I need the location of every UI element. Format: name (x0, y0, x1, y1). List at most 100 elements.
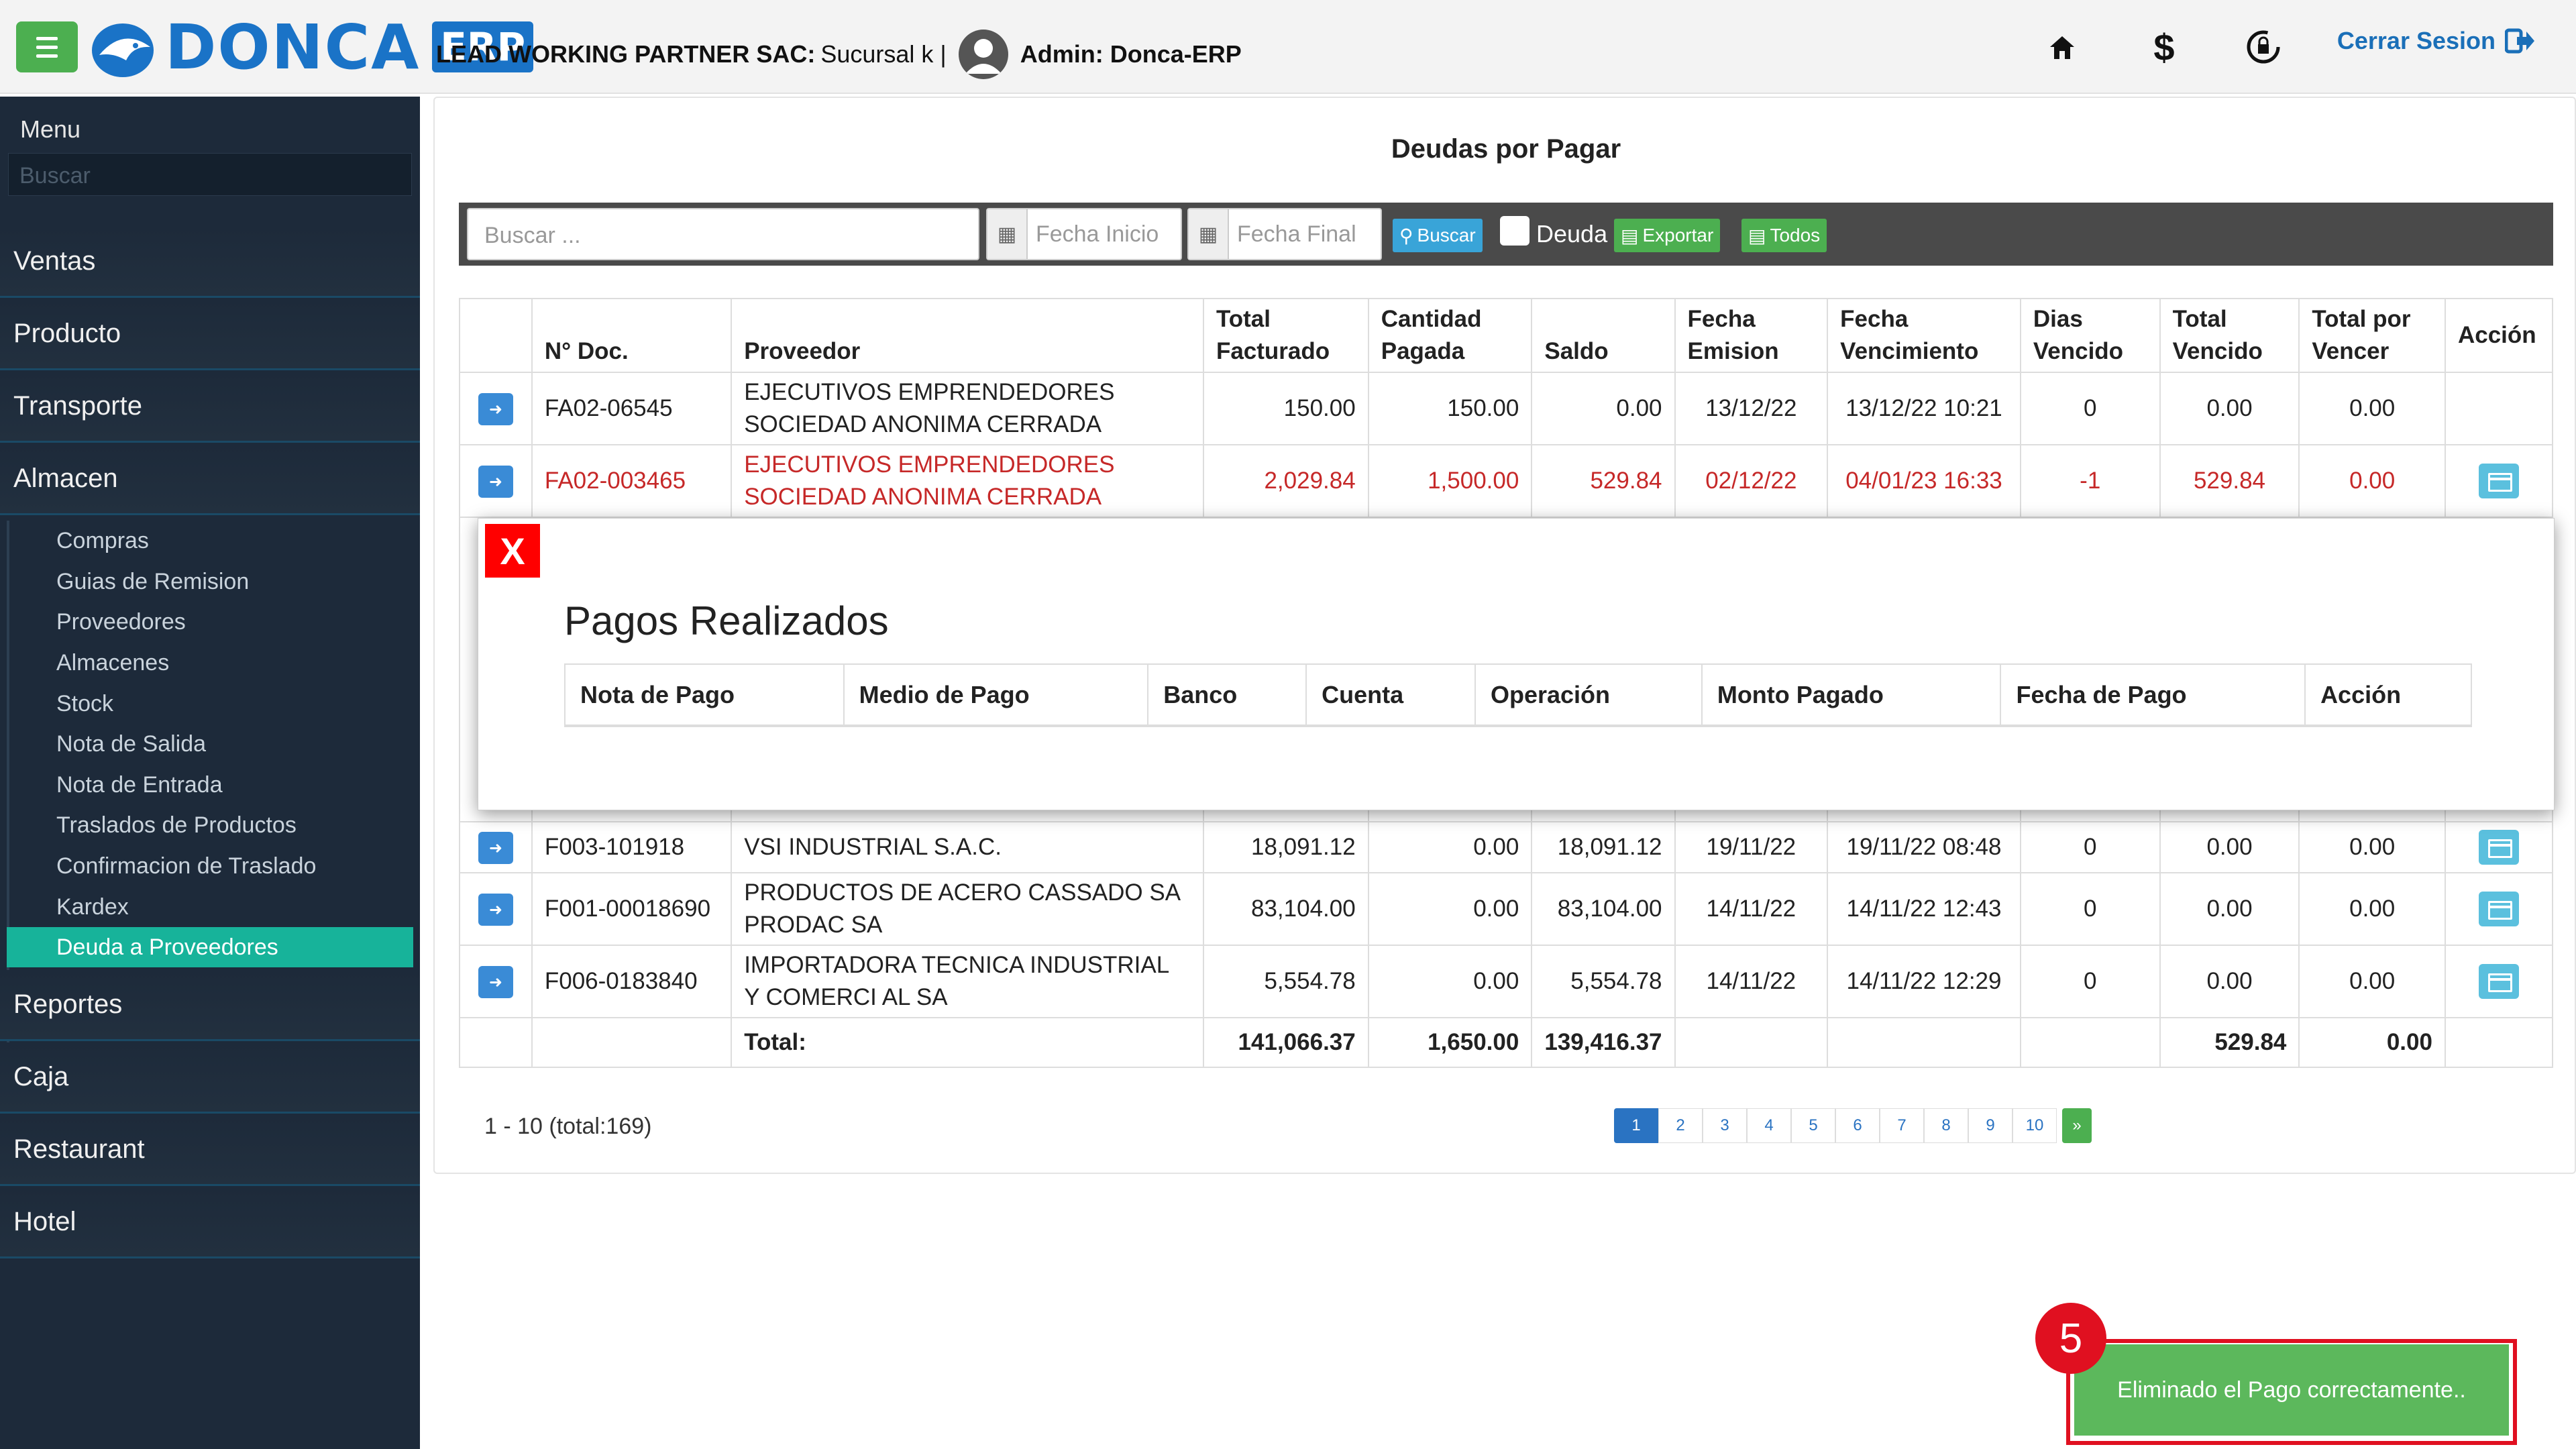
cell-balance: 18,091.12 (1531, 821, 1676, 873)
cell-due-date: 14/11/22 12:43 (1827, 872, 2021, 946)
all-button[interactable]: ▤ Todos (1741, 219, 1827, 252)
sidebar-subitem-compras[interactable]: Compras (7, 521, 413, 561)
cell-issue-date: 14/11/22 (1674, 872, 1829, 946)
sidebar-subitem-proveedores[interactable]: Proveedores (7, 602, 413, 642)
sidebar-subitem-nota-entrada[interactable]: Nota de Entrada (7, 765, 413, 805)
page-4-button[interactable]: 4 (1747, 1108, 1791, 1143)
header-operation: Operación (1474, 663, 1703, 727)
page-9-button[interactable]: 9 (1968, 1108, 2012, 1143)
sidebar-subitem-guias[interactable]: Guias de Remision (7, 561, 413, 602)
cell-days: -1 (2019, 444, 2161, 518)
logout-icon (2505, 28, 2534, 54)
payments-button[interactable] (2478, 892, 2519, 926)
avatar (958, 30, 1008, 79)
sidebar-item-ventas[interactable]: Ventas (0, 227, 420, 298)
end-date-field[interactable]: ▦ Fecha Final (1187, 208, 1382, 260)
filter-toolbar: Buscar ... ▦ Fecha Inicio ▦ Fecha Final … (459, 203, 2553, 266)
cell-pending: 0.00 (2298, 945, 2446, 1018)
debt-checkbox-label: Deuda (1536, 220, 1608, 248)
page-5-button[interactable]: 5 (1791, 1108, 1835, 1143)
expand-row-button[interactable] (478, 965, 513, 998)
sidebar-subitem-deuda-proveedores[interactable]: Deuda a Proveedores (7, 927, 413, 967)
cell-supplier: EJECUTIVOS EMPRENDEDORES SOCIEDAD ANONIMA… (731, 372, 1204, 445)
payments-button[interactable] (2478, 464, 2519, 498)
search-input[interactable]: Buscar ... (467, 208, 979, 260)
expand-row-button[interactable] (478, 893, 513, 926)
home-icon[interactable] (2035, 20, 2089, 74)
cell-doc: F003-101918 (531, 821, 733, 873)
start-date-placeholder: Fecha Inicio (1036, 221, 1159, 247)
refresh-lock-icon[interactable] (2237, 20, 2290, 74)
sidebar-item-almacen[interactable]: Almacen (0, 444, 420, 515)
sidebar-subitem-nota-salida[interactable]: Nota de Salida (7, 724, 413, 764)
page-6-button[interactable]: 6 (1835, 1108, 1880, 1143)
total-paid: 1,650.00 (1367, 1017, 1533, 1068)
cell-billed: 150.00 (1202, 372, 1369, 445)
calendar-icon: ▦ (987, 209, 1028, 259)
page-2-button[interactable]: 2 (1658, 1108, 1703, 1143)
export-button-label: Exportar (1642, 225, 1714, 246)
header-amount-paid: Monto Pagado (1701, 663, 2002, 727)
cell-paid: 0.00 (1367, 872, 1533, 946)
cell-days: 0 (2019, 821, 2161, 873)
sidebar-subitem-traslados[interactable]: Traslados de Productos (7, 805, 413, 845)
sidebar-item-hotel[interactable]: Hotel (0, 1187, 420, 1258)
payments-button[interactable] (2478, 964, 2519, 999)
sidebar-subitem-stock[interactable]: Stock (7, 684, 413, 724)
cell-overdue: 0.00 (2159, 945, 2300, 1018)
payments-button[interactable] (2478, 830, 2519, 865)
success-toast[interactable]: Eliminado el Pago correctamente.. (2074, 1344, 2509, 1436)
page-7-button[interactable]: 7 (1880, 1108, 1924, 1143)
header-payment-action: Acción (2304, 663, 2472, 727)
cell-supplier: PRODUCTOS DE ACERO CASSADO SA PRODAC SA (731, 872, 1204, 946)
sidebar-item-restaurant[interactable]: Restaurant (0, 1115, 420, 1186)
start-date-field[interactable]: ▦ Fecha Inicio (986, 208, 1182, 260)
page-8-button[interactable]: 8 (1924, 1108, 1968, 1143)
header-action: Acción (2444, 298, 2554, 373)
logout-label: Cerrar Sesion (2337, 27, 2496, 54)
page-3-button[interactable]: 3 (1703, 1108, 1747, 1143)
debt-checkbox[interactable] (1500, 216, 1529, 246)
sidebar-item-producto[interactable]: Producto (0, 299, 420, 370)
next-page-button[interactable]: » (2062, 1108, 2092, 1143)
sidebar-item-caja[interactable]: Caja (0, 1042, 420, 1114)
sidebar-search-input[interactable]: Buscar (8, 153, 412, 196)
search-button[interactable]: ⚲ Buscar (1393, 219, 1483, 252)
page-10-button[interactable]: 10 (2012, 1108, 2057, 1143)
admin-label: Admin: Donca-ERP (1020, 40, 1242, 68)
page-1-button[interactable]: 1 (1614, 1108, 1658, 1143)
sidebar-subitem-almacenes[interactable]: Almacenes (7, 643, 413, 683)
cell-supplier: VSI INDUSTRIAL S.A.C. (731, 821, 1204, 873)
table-row: F003-101918 VSI INDUSTRIAL S.A.C. 18,091… (459, 821, 2554, 873)
sidebar-subitem-kardex[interactable]: Kardex (7, 887, 413, 927)
sidebar-item-reportes[interactable]: Reportes (0, 970, 420, 1041)
close-modal-button[interactable]: X (485, 524, 540, 578)
header-total-billed: Total Facturado (1202, 298, 1369, 373)
cell-doc: FA02-06545 (531, 372, 733, 445)
expand-row-button[interactable] (478, 465, 513, 498)
header-bank: Banco (1147, 663, 1307, 727)
cell-overdue: 0.00 (2159, 872, 2300, 946)
dolphin-logo-icon (92, 23, 154, 77)
cell-days: 0 (2019, 945, 2161, 1018)
header-doc: N° Doc. (531, 298, 733, 373)
sidebar-subitem-confirmacion[interactable]: Confirmacion de Traslado (7, 846, 413, 886)
sidebar-item-transporte[interactable]: Transporte (0, 372, 420, 443)
total-billed: 141,066.37 (1202, 1017, 1369, 1068)
logo-text: DONCA (165, 11, 421, 83)
total-balance: 139,416.37 (1531, 1017, 1676, 1068)
cell-paid: 0.00 (1367, 945, 1533, 1018)
menu-toggle-button[interactable] (16, 21, 78, 72)
header-balance: Saldo (1531, 298, 1676, 373)
cell-paid: 1,500.00 (1367, 444, 1533, 518)
logout-button[interactable]: Cerrar Sesion (2337, 27, 2536, 55)
expand-row-button[interactable] (478, 831, 513, 864)
cell-days: 0 (2019, 872, 2161, 946)
modal-title: Pagos Realizados (564, 598, 889, 643)
cell-issue-date: 14/11/22 (1674, 945, 1829, 1018)
pagination-info: 1 - 10 (total:169) (484, 1114, 652, 1139)
expand-row-button[interactable] (478, 392, 513, 425)
table-header-row: N° Doc. Proveedor Total Facturado Cantida… (459, 298, 2554, 373)
dollar-icon[interactable]: $ (2137, 20, 2191, 74)
export-button[interactable]: ▤ Exportar (1614, 219, 1721, 252)
